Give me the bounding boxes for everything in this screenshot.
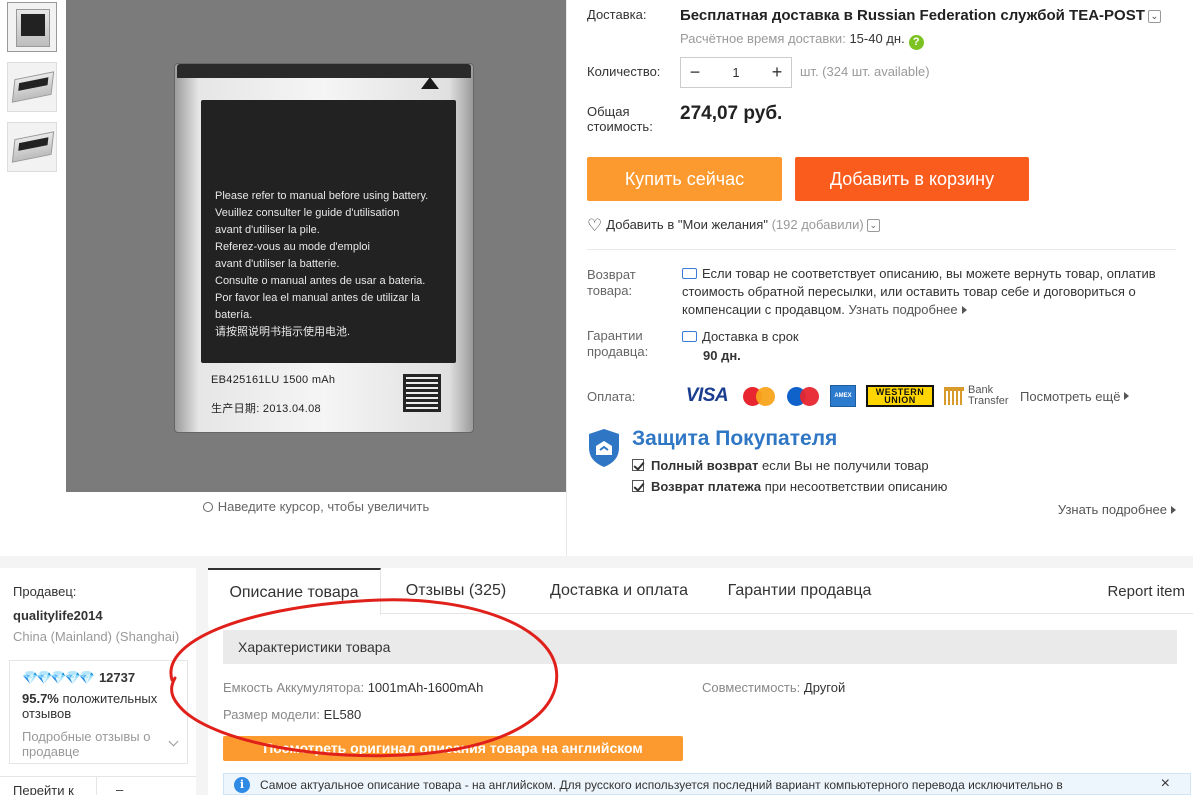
- qr-code-icon: [403, 374, 441, 412]
- total-label: Общая стоимость:: [587, 104, 653, 134]
- translation-notice: i Самое актуальное описание товара - на …: [223, 773, 1191, 795]
- maestro-icon: [786, 385, 820, 407]
- add-to-wishlist[interactable]: ♡ Добавить в "Мои желания" (192 добавили)…: [587, 216, 880, 236]
- product-details: Описание товара Отзывы (325) Доставка и …: [208, 568, 1193, 795]
- truck-icon: [682, 331, 697, 342]
- view-original-description-button[interactable]: Посмотреть оригинал описания товара на а…: [223, 736, 683, 761]
- thumbnail-1[interactable]: [7, 2, 57, 52]
- seller-panel: Продавец: qualitylife2014 China (Mainlan…: [0, 568, 196, 795]
- zoom-hint: Наведите курсор, чтобы увеличить: [66, 499, 566, 514]
- buyer-protection-title: Защита Покупателя: [632, 427, 838, 450]
- detail-tabs: Описание товара Отзывы (325) Доставка и …: [208, 568, 1193, 615]
- tab-description[interactable]: Описание товара: [208, 568, 381, 615]
- guarantee-label: Гарантии продавца:: [587, 328, 649, 359]
- seller-label: Продавец:: [13, 584, 77, 599]
- checkbox-icon: [632, 459, 644, 471]
- visa-icon: VISA: [685, 385, 729, 406]
- chevron-down-icon[interactable]: ⌄: [1147, 10, 1161, 23]
- product-main-image[interactable]: Please refer to manual before using batt…: [66, 0, 566, 492]
- payment-methods: VISA AMEX WESTERN UNION Bank Transfer Посм…: [682, 385, 1139, 407]
- tab-guarantees[interactable]: Гарантии продавца: [707, 568, 892, 614]
- magnifier-icon: [202, 502, 213, 512]
- checkbox-icon: [632, 480, 644, 492]
- quantity-input[interactable]: 1: [709, 58, 763, 87]
- help-icon[interactable]: ?: [908, 35, 924, 50]
- close-icon[interactable]: ×: [1161, 775, 1170, 793]
- battery-model-text: EB425161LU 1500 mAh: [211, 374, 336, 386]
- see-more-payments-link[interactable]: Посмотреть ещё: [1020, 385, 1130, 407]
- add-to-cart-button[interactable]: Добавить в корзину: [795, 157, 1029, 201]
- battery-date-text: 生产日期: 2013.04.08: [211, 403, 321, 415]
- payment-label: Оплата:: [587, 389, 636, 404]
- seller-location: China (Mainland) (Shanghai): [13, 629, 180, 644]
- western-union-icon: WESTERN UNION: [866, 385, 934, 407]
- protection-learn-more-link[interactable]: Узнать подробнее: [1058, 502, 1176, 517]
- tab-delivery[interactable]: Доставка и оплата: [531, 568, 707, 614]
- chevron-down-icon[interactable]: [168, 736, 179, 747]
- heart-icon: ♡: [587, 216, 603, 235]
- mastercard-icon: [742, 385, 776, 407]
- tab-reviews[interactable]: Отзывы (325): [381, 568, 531, 614]
- shipping-method[interactable]: Бесплатная доставка в Russian Federation…: [680, 7, 1161, 24]
- shipping-label: Доставка:: [587, 7, 647, 22]
- seller-guarantee: Доставка в срок 90 дн.: [682, 327, 799, 365]
- spec-model-size: Размер модели: EL580: [223, 707, 362, 722]
- thumbnail-list: [7, 2, 57, 182]
- specs-header: Характеристики товара: [223, 630, 1177, 664]
- thumbnail-3[interactable]: [7, 122, 57, 172]
- shield-icon: [589, 429, 619, 467]
- shipping-time: Расчётное время доставки: 15-40 дн.?: [680, 31, 924, 50]
- seller-goto-bar: Перейти к –: [0, 776, 196, 795]
- protection-full-refund: Полный возврат если Вы не получили товар: [632, 458, 929, 473]
- spec-compatibility: Совместимость: Другой: [702, 680, 846, 695]
- battery-label: Please refer to manual before using batt…: [201, 100, 456, 363]
- buy-now-button[interactable]: Купить сейчас: [587, 157, 782, 201]
- decrement-button[interactable]: −: [681, 58, 709, 87]
- protection-payment-return: Возврат платежа при несоответствии описа…: [632, 479, 947, 494]
- detailed-reviews-toggle[interactable]: Подробные отзывы о продавце: [22, 729, 162, 759]
- returns-more-link[interactable]: Узнать подробнее: [849, 302, 967, 317]
- bank-transfer-icon: Bank Transfer: [944, 385, 1010, 407]
- seller-name-link[interactable]: qualitylife2014: [13, 608, 103, 623]
- info-icon: i: [234, 777, 250, 793]
- returns-label: Возврат товара:: [587, 267, 636, 298]
- chevron-down-icon[interactable]: ⌄: [866, 219, 880, 232]
- report-item-link[interactable]: Report item: [1107, 583, 1185, 600]
- returns-policy: Если товар не соответствует описанию, вы…: [682, 266, 1156, 317]
- seller-rating-box: 💎💎💎💎💎 12737 95.7% положительных отзывов П…: [9, 660, 188, 764]
- thumbnail-2[interactable]: [7, 62, 57, 112]
- positive-feedback: 95.7% положительных отзывов: [22, 691, 158, 721]
- seller-score[interactable]: 💎💎💎💎💎 12737: [22, 670, 135, 686]
- availability-text: шт. (324 шт. available): [800, 64, 930, 79]
- total-price: 274,07 руб.: [680, 103, 783, 124]
- return-box-icon: [682, 268, 697, 279]
- goto-store-link[interactable]: Перейти к: [13, 783, 74, 795]
- quantity-stepper: − 1 +: [680, 57, 792, 88]
- spec-battery-capacity: Емкость Аккумулятора: 1001mAh-1600mAh: [223, 680, 484, 695]
- increment-button[interactable]: +: [763, 58, 791, 87]
- battery-photo: Please refer to manual before using batt…: [174, 63, 474, 433]
- diamond-icon: 💎💎💎💎💎: [22, 670, 95, 685]
- quantity-label: Количество:: [587, 64, 661, 79]
- amex-icon: AMEX: [830, 385, 856, 407]
